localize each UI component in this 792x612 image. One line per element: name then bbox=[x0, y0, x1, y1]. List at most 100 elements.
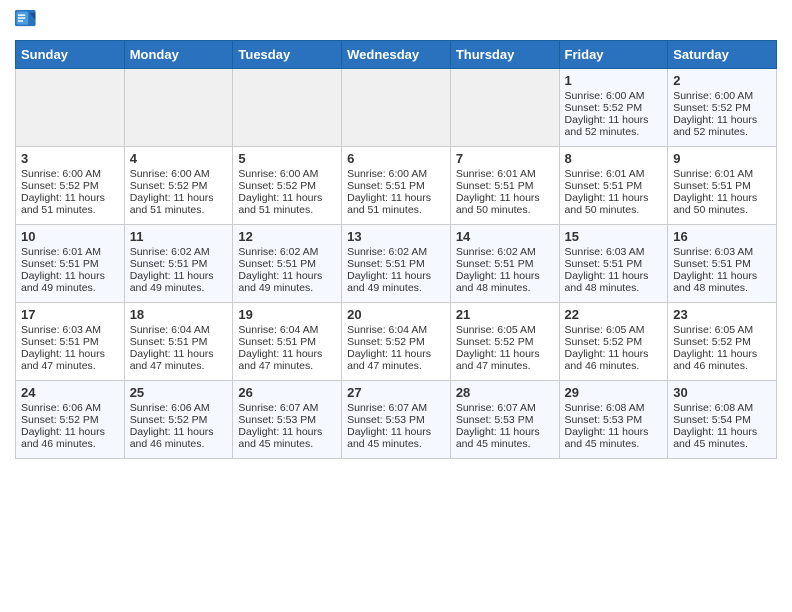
cell-info: Sunrise: 6:00 AM bbox=[565, 90, 663, 102]
cell-info: Daylight: 11 hours bbox=[456, 348, 554, 360]
cell-info: and 45 minutes. bbox=[238, 438, 336, 450]
cell-info: Sunrise: 6:04 AM bbox=[347, 324, 445, 336]
cell-info: Sunset: 5:52 PM bbox=[21, 180, 119, 192]
cell-info: Sunrise: 6:00 AM bbox=[130, 168, 228, 180]
calendar-cell: 12Sunrise: 6:02 AMSunset: 5:51 PMDayligh… bbox=[233, 225, 342, 303]
cell-info: and 51 minutes. bbox=[21, 204, 119, 216]
calendar-cell: 5Sunrise: 6:00 AMSunset: 5:52 PMDaylight… bbox=[233, 147, 342, 225]
calendar-cell: 2Sunrise: 6:00 AMSunset: 5:52 PMDaylight… bbox=[668, 69, 777, 147]
day-number: 23 bbox=[673, 307, 771, 322]
cell-info: and 46 minutes. bbox=[673, 360, 771, 372]
day-number: 30 bbox=[673, 385, 771, 400]
cell-info: and 52 minutes. bbox=[565, 126, 663, 138]
cell-info: Sunset: 5:51 PM bbox=[238, 258, 336, 270]
cell-info: Daylight: 11 hours bbox=[130, 348, 228, 360]
day-number: 21 bbox=[456, 307, 554, 322]
calendar-cell: 11Sunrise: 6:02 AMSunset: 5:51 PMDayligh… bbox=[124, 225, 233, 303]
calendar-cell bbox=[124, 69, 233, 147]
cell-info: and 45 minutes. bbox=[565, 438, 663, 450]
cell-info: Sunset: 5:52 PM bbox=[130, 180, 228, 192]
calendar-cell: 1Sunrise: 6:00 AMSunset: 5:52 PMDaylight… bbox=[559, 69, 668, 147]
cell-info: and 51 minutes. bbox=[130, 204, 228, 216]
cell-info: Daylight: 11 hours bbox=[21, 270, 119, 282]
cell-info: and 45 minutes. bbox=[673, 438, 771, 450]
logo-text bbox=[15, 10, 41, 32]
logo-area bbox=[15, 10, 41, 32]
cell-info: Sunrise: 6:02 AM bbox=[238, 246, 336, 258]
cell-info: Sunset: 5:53 PM bbox=[238, 414, 336, 426]
calendar-table: SundayMondayTuesdayWednesdayThursdayFrid… bbox=[15, 40, 777, 459]
day-number: 22 bbox=[565, 307, 663, 322]
cell-info: Daylight: 11 hours bbox=[347, 270, 445, 282]
cell-info: and 47 minutes. bbox=[21, 360, 119, 372]
header-row: SundayMondayTuesdayWednesdayThursdayFrid… bbox=[16, 41, 777, 69]
cell-info: Daylight: 11 hours bbox=[238, 348, 336, 360]
week-row-1: 1 Sunrise: 6:00 AMSunset: 5:52 PM Daylight… bbox=[16, 69, 777, 147]
cell-info: Daylight: 11 hours bbox=[130, 426, 228, 438]
cell-info: and 49 minutes. bbox=[21, 282, 119, 294]
cell-info: Sunrise: 6:08 AM bbox=[565, 402, 663, 414]
cell-info: Sunset: 5:52 PM bbox=[21, 414, 119, 426]
cell-info: Daylight: 11 hours bbox=[673, 270, 771, 282]
day-number: 11 bbox=[130, 229, 228, 244]
calendar-cell: 23Sunrise: 6:05 AMSunset: 5:52 PMDayligh… bbox=[668, 303, 777, 381]
cell-info: and 50 minutes. bbox=[673, 204, 771, 216]
calendar-cell: 26Sunrise: 6:07 AMSunset: 5:53 PMDayligh… bbox=[233, 381, 342, 459]
cell-info: Daylight: 11 hours bbox=[565, 348, 663, 360]
cell-info: Sunset: 5:52 PM bbox=[238, 180, 336, 192]
calendar-cell: 9Sunrise: 6:01 AMSunset: 5:51 PMDaylight… bbox=[668, 147, 777, 225]
cell-info: Sunrise: 6:07 AM bbox=[238, 402, 336, 414]
day-number: 27 bbox=[347, 385, 445, 400]
cell-info: Daylight: 11 hours bbox=[456, 426, 554, 438]
day-header-thursday: Thursday bbox=[450, 41, 559, 69]
cell-info: and 48 minutes. bbox=[565, 282, 663, 294]
calendar-page: SundayMondayTuesdayWednesdayThursdayFrid… bbox=[0, 0, 792, 612]
calendar-cell: 24Sunrise: 6:06 AMSunset: 5:52 PMDayligh… bbox=[16, 381, 125, 459]
calendar-cell: 7Sunrise: 6:01 AMSunset: 5:51 PMDaylight… bbox=[450, 147, 559, 225]
cell-info: Sunrise: 6:00 AM bbox=[21, 168, 119, 180]
cell-info: Daylight: 11 hours bbox=[565, 192, 663, 204]
cell-info: Sunrise: 6:01 AM bbox=[673, 168, 771, 180]
day-header-tuesday: Tuesday bbox=[233, 41, 342, 69]
cell-info: Daylight: 11 hours bbox=[456, 270, 554, 282]
cell-info: Sunrise: 6:07 AM bbox=[456, 402, 554, 414]
header bbox=[15, 10, 777, 32]
day-number: 10 bbox=[21, 229, 119, 244]
cell-info: and 48 minutes. bbox=[456, 282, 554, 294]
cell-info: Daylight: 11 hours bbox=[238, 426, 336, 438]
cell-info: Sunrise: 6:01 AM bbox=[565, 168, 663, 180]
cell-info: Sunset: 5:51 PM bbox=[673, 258, 771, 270]
week-row-2: 3Sunrise: 6:00 AMSunset: 5:52 PMDaylight… bbox=[16, 147, 777, 225]
cell-info: Daylight: 11 hours bbox=[21, 426, 119, 438]
cell-info: Sunset: 5:52 PM bbox=[565, 102, 663, 114]
cell-info: and 46 minutes. bbox=[130, 438, 228, 450]
day-number: 29 bbox=[565, 385, 663, 400]
day-number: 4 bbox=[130, 151, 228, 166]
cell-info: Daylight: 11 hours bbox=[347, 192, 445, 204]
cell-info: Sunrise: 6:04 AM bbox=[238, 324, 336, 336]
day-number: 5 bbox=[238, 151, 336, 166]
cell-info: and 46 minutes. bbox=[565, 360, 663, 372]
cell-info: and 52 minutes. bbox=[673, 126, 771, 138]
cell-info: Sunset: 5:51 PM bbox=[565, 258, 663, 270]
cell-info: Daylight: 11 hours bbox=[673, 348, 771, 360]
cell-info: and 45 minutes. bbox=[456, 438, 554, 450]
cell-info: Daylight: 11 hours bbox=[238, 192, 336, 204]
cell-info: and 51 minutes. bbox=[347, 204, 445, 216]
cell-info: Sunrise: 6:05 AM bbox=[673, 324, 771, 336]
cell-info: Sunrise: 6:03 AM bbox=[565, 246, 663, 258]
week-row-5: 24Sunrise: 6:06 AMSunset: 5:52 PMDayligh… bbox=[16, 381, 777, 459]
calendar-cell: 28Sunrise: 6:07 AMSunset: 5:53 PMDayligh… bbox=[450, 381, 559, 459]
calendar-cell: 17Sunrise: 6:03 AMSunset: 5:51 PMDayligh… bbox=[16, 303, 125, 381]
cell-info: Sunset: 5:53 PM bbox=[456, 414, 554, 426]
calendar-cell bbox=[16, 69, 125, 147]
cell-info: and 49 minutes. bbox=[130, 282, 228, 294]
cell-info: Sunset: 5:51 PM bbox=[347, 258, 445, 270]
calendar-cell: 19Sunrise: 6:04 AMSunset: 5:51 PMDayligh… bbox=[233, 303, 342, 381]
day-number: 1 bbox=[565, 73, 663, 88]
cell-info: and 50 minutes. bbox=[456, 204, 554, 216]
cell-info: Sunset: 5:51 PM bbox=[21, 336, 119, 348]
cell-info: Daylight: 11 hours bbox=[673, 114, 771, 126]
cell-info: Sunrise: 6:04 AM bbox=[130, 324, 228, 336]
calendar-cell: 30Sunrise: 6:08 AMSunset: 5:54 PMDayligh… bbox=[668, 381, 777, 459]
